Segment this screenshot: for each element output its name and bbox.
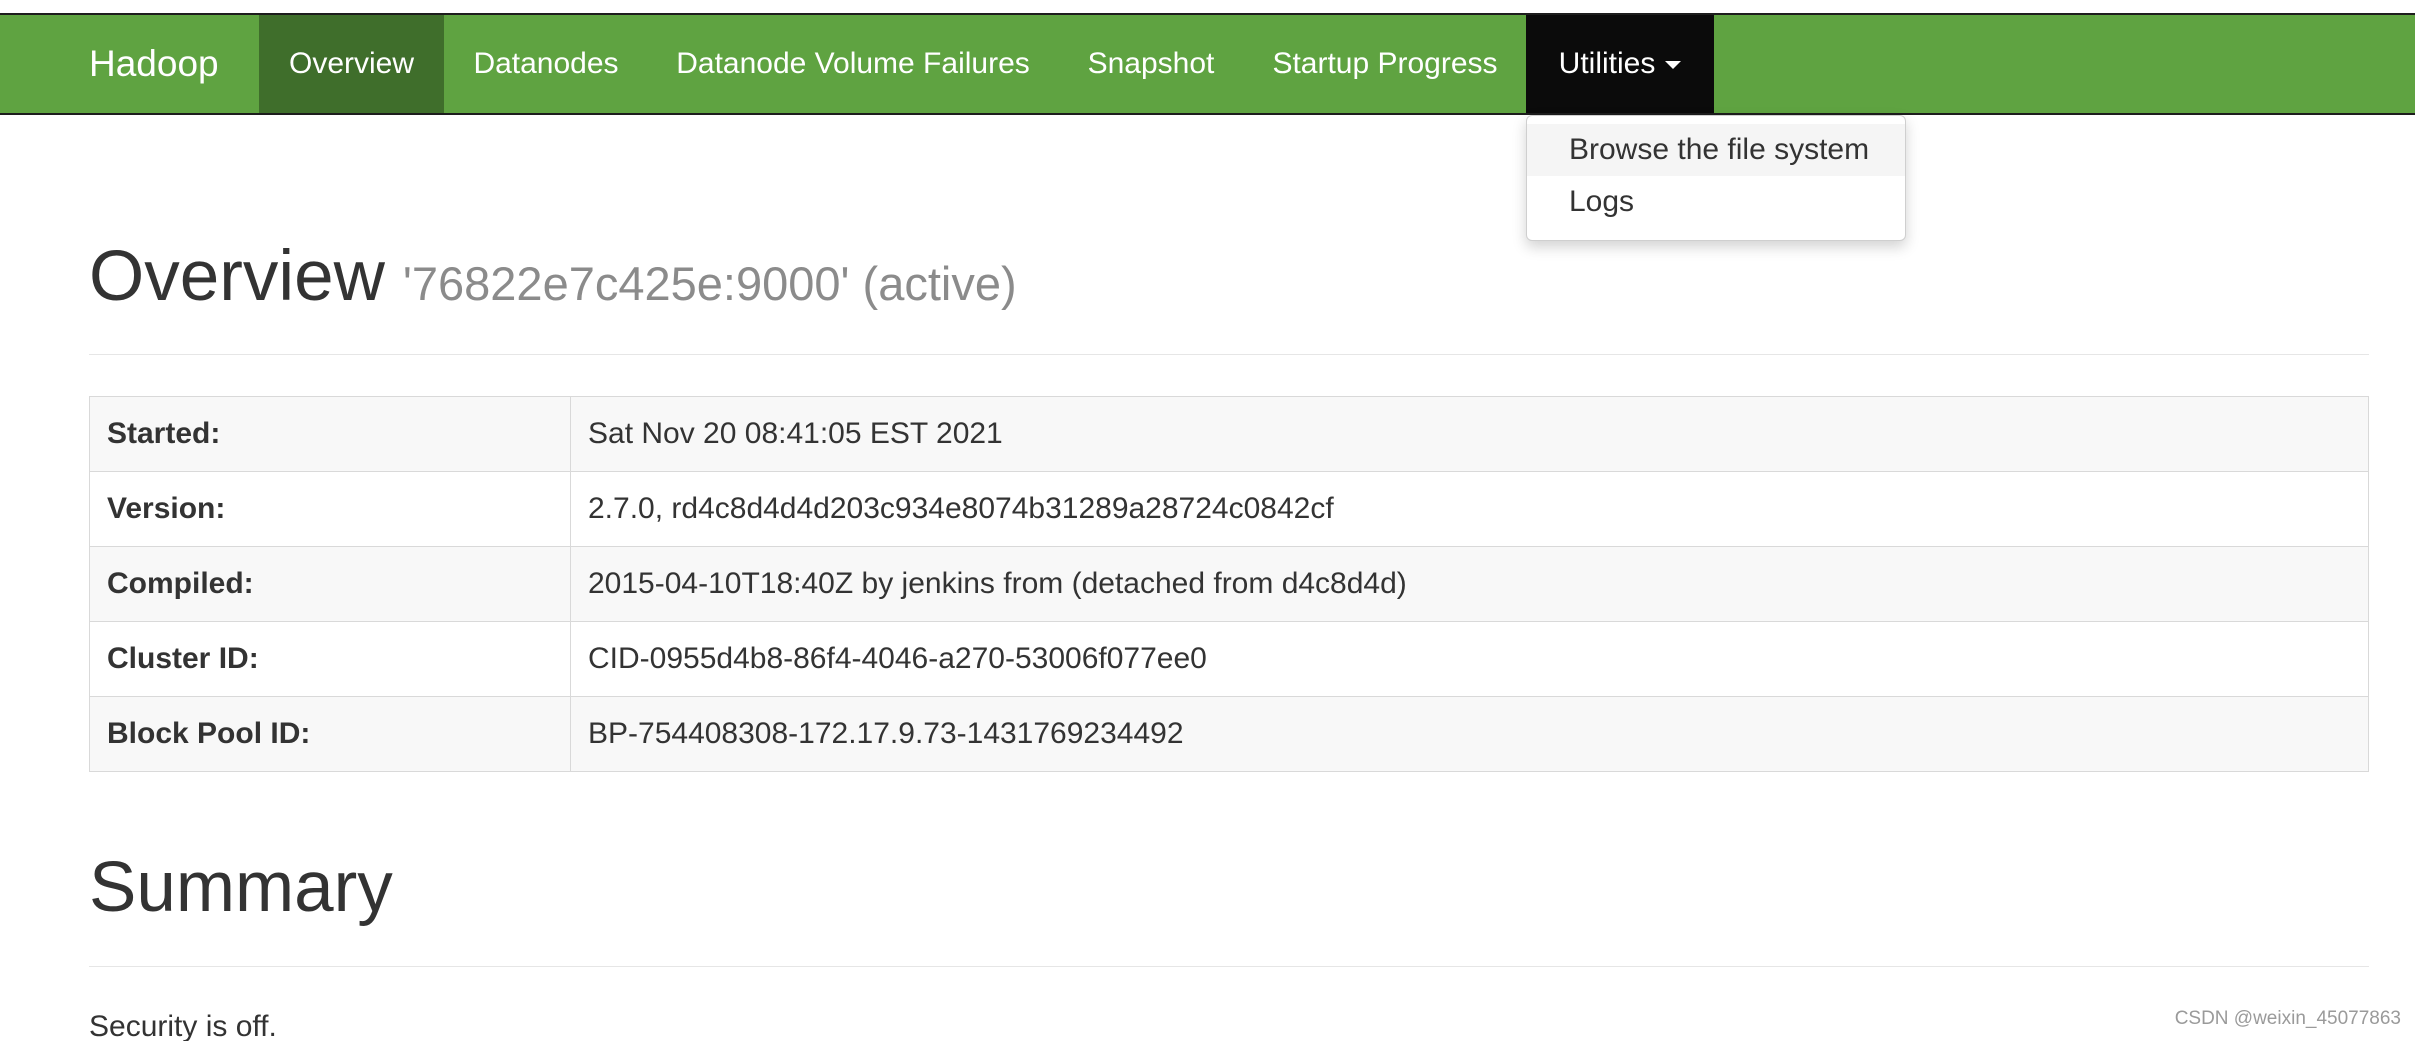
summary-header: Summary (89, 838, 2369, 967)
table-row: Block Pool ID: BP-754408308-172.17.9.73-… (89, 696, 2369, 772)
row-key-started: Started: (89, 396, 571, 472)
row-value-started: Sat Nov 20 08:41:05 EST 2021 (570, 396, 2369, 472)
row-value-block-pool-id: BP-754408308-172.17.9.73-1431769234492 (570, 696, 2369, 772)
nav-tab-datanodes[interactable]: Datanodes (444, 15, 648, 113)
row-value-cluster-id: CID-0955d4b8-86f4-4046-a270-53006f077ee0 (570, 621, 2369, 697)
row-key-version: Version: (89, 471, 571, 547)
page-subtitle: '76822e7c425e:9000' (active) (402, 257, 1017, 310)
menu-item-browse-file-system[interactable]: Browse the file system (1527, 124, 1905, 176)
nav-dropdown-utilities[interactable]: Utilities (1526, 15, 1714, 113)
security-status-text: Security is off. (89, 1010, 277, 1041)
table-row: Compiled: 2015-04-10T18:40Z by jenkins f… (89, 546, 2369, 622)
navbar-brand[interactable]: Hadoop (89, 15, 219, 113)
summary-title: Summary (89, 848, 393, 927)
row-key-cluster-id: Cluster ID: (89, 621, 571, 697)
nav-tab-datanode-volume-failures[interactable]: Datanode Volume Failures (648, 15, 1058, 113)
nav-tab-overview[interactable]: Overview (259, 15, 444, 113)
page-title-text: Overview (89, 237, 385, 316)
row-value-compiled: 2015-04-10T18:40Z by jenkins from (detac… (570, 546, 2369, 622)
watermark: CSDN @weixin_45077863 (2174, 1008, 2401, 1029)
hdfs-namenode-page: Hadoop Overview Datanodes Datanode Volum… (0, 0, 2415, 1041)
overview-header: Overview '76822e7c425e:9000' (active) (89, 232, 2369, 355)
nav-tab-startup-progress[interactable]: Startup Progress (1244, 15, 1526, 113)
table-row: Started: Sat Nov 20 08:41:05 EST 2021 (89, 396, 2369, 472)
menu-item-logs[interactable]: Logs (1527, 176, 1905, 228)
table-row: Version: 2.7.0, rd4c8d4d4d203c934e8074b3… (89, 471, 2369, 547)
utilities-dropdown-menu: Browse the file system Logs (1526, 115, 1906, 241)
nav-tab-snapshot[interactable]: Snapshot (1058, 15, 1244, 113)
row-key-compiled: Compiled: (89, 546, 571, 622)
row-key-block-pool-id: Block Pool ID: (89, 696, 571, 772)
table-row: Cluster ID: CID-0955d4b8-86f4-4046-a270-… (89, 621, 2369, 697)
overview-table: Started: Sat Nov 20 08:41:05 EST 2021 Ve… (89, 396, 2369, 772)
row-value-version: 2.7.0, rd4c8d4d4d203c934e8074b31289a2872… (570, 471, 2369, 547)
top-navbar: Hadoop Overview Datanodes Datanode Volum… (0, 13, 2415, 115)
nav-utilities-label: Utilities (1558, 47, 1656, 80)
caret-down-icon (1665, 61, 1682, 70)
page-title: Overview '76822e7c425e:9000' (active) (89, 232, 1017, 329)
